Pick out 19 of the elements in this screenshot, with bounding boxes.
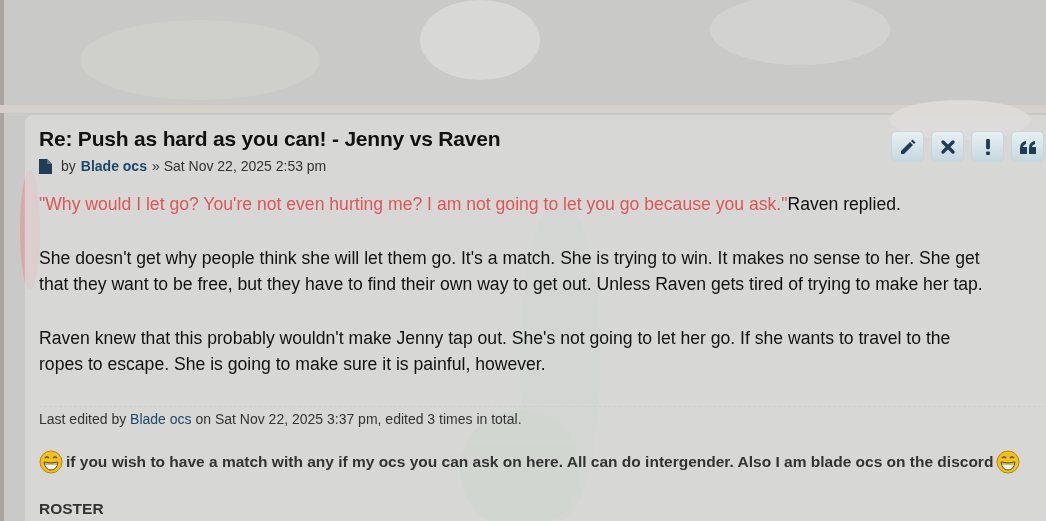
post-text: She doesn't get why people think she will let them go. It's a match. She is trying to win. It makes no sense to her. She get that they want to be free, but they have to find their own way to get out. Unless Raven gets tired of trying to make her tap. — [39, 246, 984, 296]
post-text: Raven knew that this probably wouldn't make Jenny tap out. She's not going to let her go. If she wants to travel to the ropes to escape. She is going to make sure it is painful, however. — [39, 326, 952, 376]
post-date: » Sat Nov 22, 2025 2:53 pm — [151, 158, 327, 174]
signature-text: if you wish to have a match with any if my ocs you can ask on here. All can do intergender. Also I am blade ocs on the discord — [66, 452, 994, 471]
byline: by — [61, 158, 76, 174]
exclamation-icon — [985, 138, 990, 155]
post-text: "Why would I let go? You're not even hurting me? I am not going to let you go because you ask."Raven replied. — [39, 193, 902, 216]
report-button[interactable] — [971, 131, 1004, 162]
grinning-face-icon — [996, 449, 1021, 474]
grinning-face-icon — [39, 449, 63, 474]
edit-notice: Last edited by Blade ocs on Sat Nov 22, 2025 3:37 pm, edited 3 times in total. — [39, 410, 523, 429]
post-title[interactable]: Re: Push as hard as you can! - Jenny vs Raven — [39, 127, 501, 151]
roster-heading: ROSTER — [39, 499, 105, 518]
edit-button[interactable] — [891, 131, 924, 162]
author-link[interactable]: Blade ocs — [130, 410, 192, 427]
document-icon[interactable] — [39, 158, 52, 174]
quote-button[interactable] — [1011, 131, 1044, 162]
delete-button[interactable] — [931, 131, 964, 162]
author-link[interactable]: Blade ocs — [80, 158, 147, 174]
